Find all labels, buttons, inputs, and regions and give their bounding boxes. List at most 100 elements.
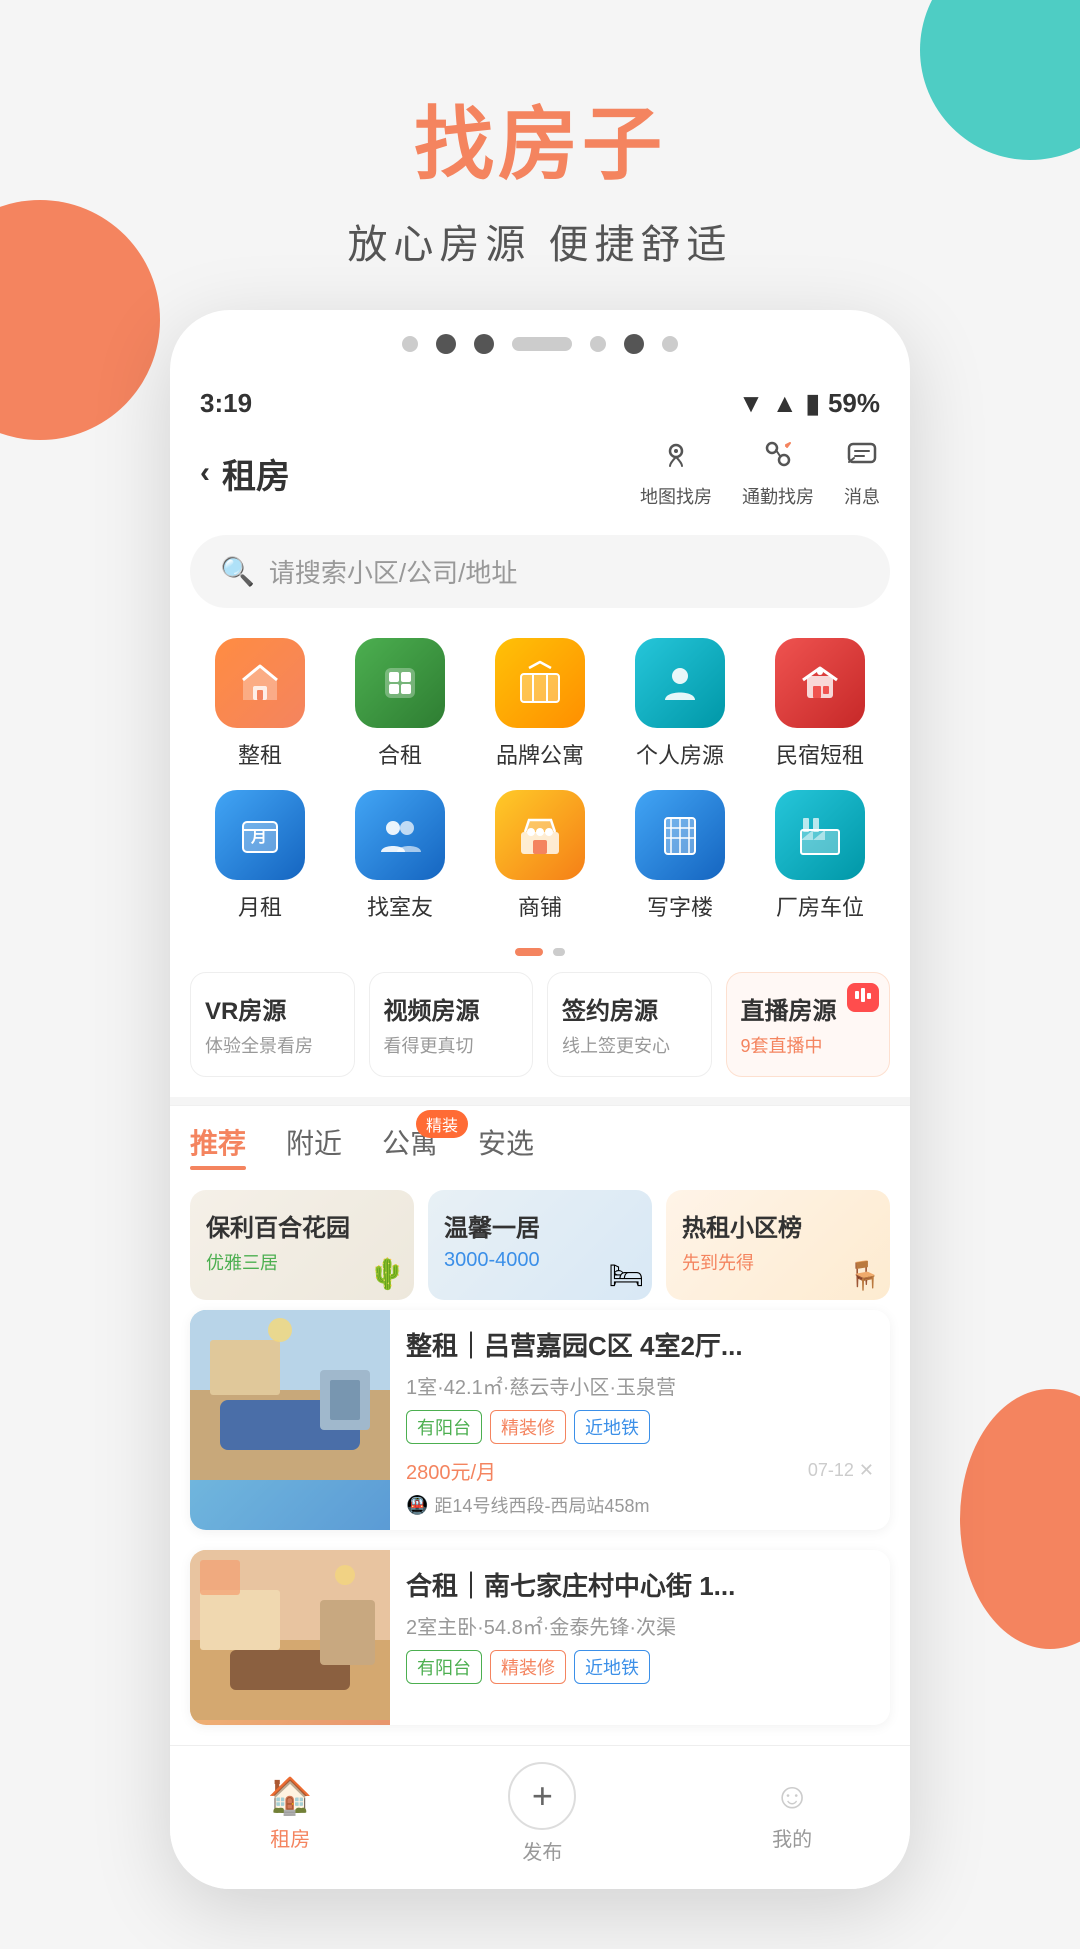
category-monthly[interactable]: 月 月租 [190,790,330,922]
listing-title-1: 整租｜吕营嘉园C区 4室2厅... [406,1326,874,1363]
category-roommate[interactable]: 找室友 [330,790,470,922]
dot-3 [474,334,494,354]
page-dot-2 [553,948,565,956]
tab-selected[interactable]: 安选 [478,1122,534,1170]
phone-mockup: 3:19 ▼ ▲ ▮ 59% ‹ 租房 [170,310,910,1889]
live-count: 9套直播中 [741,1032,876,1058]
dot-6 [624,334,644,354]
category-brand-apt[interactable]: 品牌公寓 [470,638,610,770]
commute-icon [762,437,794,479]
category-zhenzu[interactable]: 整租 [190,638,330,770]
apartment-badge: 精装 [416,1110,468,1138]
office-label: 写字楼 [647,890,713,922]
category-office[interactable]: 写字楼 [610,790,750,922]
status-time: 3:19 [200,388,252,419]
zhenzu-icon [215,638,305,728]
bottom-nav-publish[interactable]: + 发布 [508,1762,576,1865]
dot-1 [402,336,418,352]
listing-detail-2: 2室主卧·54.8㎡·金泰先锋·次渠 [406,1611,874,1640]
factory-icon [775,790,865,880]
tag-balcony-2: 有阳台 [406,1650,482,1684]
listing-detail-1: 1室·42.1㎡·慈云寺小区·玉泉营 [406,1371,874,1400]
hero-title: 找房子 [0,80,1080,196]
page-dots [170,942,910,972]
feature-video[interactable]: 视频房源 看得更真切 [369,972,534,1077]
message-icon [846,437,878,479]
monthly-icon: 月 [215,790,305,880]
commute-find-label: 通勤找房 [742,483,814,509]
category-grid-row1: 整租 合租 [170,628,910,790]
tab-recommend[interactable]: 推荐 [190,1122,246,1170]
zhenzu-label: 整租 [238,738,282,770]
nav-commute-find[interactable]: 通勤找房 [742,437,814,509]
listing-img-1 [190,1310,390,1530]
signal-icon: ▲ [772,388,798,419]
personal-icon [635,638,725,728]
tab-apartment[interactable]: 公寓 精装 [382,1122,438,1170]
search-icon: 🔍 [220,555,255,588]
personal-label: 个人房源 [636,738,724,770]
page-dot-1 [515,948,543,956]
search-placeholder: 请搜索小区/公司/地址 [269,553,517,590]
listing-tags-1: 有阳台 精装修 近地铁 [406,1410,874,1444]
search-bar[interactable]: 🔍 请搜索小区/公司/地址 [190,535,890,608]
hezu-label: 合租 [378,738,422,770]
promo-warm[interactable]: 温馨一居 3000-4000 🛏 [428,1190,652,1300]
feature-sign[interactable]: 签约房源 线上签更安心 [547,972,712,1077]
back-arrow-icon[interactable]: ‹ [200,456,210,490]
phone-container: 3:19 ▼ ▲ ▮ 59% ‹ 租房 [0,310,1080,1949]
category-personal[interactable]: 个人房源 [610,638,750,770]
bottom-nav-home[interactable]: 🏠 租房 [268,1775,313,1852]
promo-hot[interactable]: 热租小区榜 先到先得 🪑 [666,1190,890,1300]
listing-card-1[interactable]: 整租｜吕营嘉园C区 4室2厅... 1室·42.1㎡·慈云寺小区·玉泉营 有阳台… [190,1310,890,1530]
feature-vr[interactable]: VR房源 体验全景看房 [190,972,355,1077]
listing-price-1: 2800元/月 [406,1454,496,1486]
battery-percent: 59% [828,388,880,419]
battery-icon: ▮ [806,388,820,419]
nav-map-find[interactable]: 地图找房 [640,437,712,509]
mine-label: 我的 [772,1823,812,1852]
nav-title: 租房 [222,449,290,498]
promo-hot-title: 热租小区榜 [682,1208,874,1243]
table-icon: 🪑 [847,1259,882,1292]
nav-message[interactable]: 消息 [844,437,880,509]
feature-live[interactable]: 直播房源 9套直播中 [726,972,891,1077]
map-find-label: 地图找房 [640,483,712,509]
factory-label: 厂房车位 [776,890,864,922]
listing-info-2: 合租｜南七家庄村中心街 1... 2室主卧·54.8㎡·金泰先锋·次渠 有阳台 … [390,1550,890,1725]
listing-card-2[interactable]: 合租｜南七家庄村中心街 1... 2室主卧·54.8㎡·金泰先锋·次渠 有阳台 … [190,1550,890,1725]
sign-title: 签约房源 [562,991,697,1026]
listing-tags-2: 有阳台 精装修 近地铁 [406,1650,874,1684]
publish-icon[interactable]: + [508,1762,576,1830]
plant-icon: 🌵 [369,1257,406,1292]
bottom-nav-mine[interactable]: ☺ 我的 [772,1775,812,1852]
live-badge [847,983,879,1012]
sign-sub: 线上签更安心 [562,1032,697,1058]
category-factory[interactable]: 厂房车位 [750,790,890,922]
nav-left[interactable]: ‹ 租房 [200,449,290,498]
hero-subtitle: 放心房源 便捷舒适 [0,212,1080,270]
shop-icon [495,790,585,880]
promo-boli-title: 保利百合花园 [206,1208,398,1243]
category-grid-row2: 月 月租 找室友 [170,790,910,942]
metro-text-1: 距14号线西段-西局站458m [434,1492,649,1518]
promo-boli[interactable]: 保利百合花园 优雅三居 🌵 [190,1190,414,1300]
roommate-label: 找室友 [367,890,433,922]
category-shop[interactable]: 商铺 [470,790,610,922]
tab-nearby[interactable]: 附近 [286,1122,342,1170]
listing-img-2 [190,1550,390,1725]
promo-hot-sub: 先到先得 [682,1249,874,1275]
category-minsu[interactable]: 民宿短租 [750,638,890,770]
category-hezu[interactable]: 合租 [330,638,470,770]
listing-date-1: 07-12 ✕ [808,1460,874,1481]
tab-recommend-label: 推荐 [190,1128,246,1159]
video-sub: 看得更真切 [384,1032,519,1058]
map-icon [660,437,692,479]
listing-info-1: 整租｜吕营嘉园C区 4室2厅... 1室·42.1㎡·慈云寺小区·玉泉营 有阳台… [390,1310,890,1530]
office-icon [635,790,725,880]
shop-label: 商铺 [518,890,562,922]
dot-5 [590,336,606,352]
hero-section: 找房子 放心房源 便捷舒适 [0,0,1080,310]
vr-sub: 体验全景看房 [205,1032,340,1058]
promo-warm-price: 3000-4000 [444,1249,636,1272]
